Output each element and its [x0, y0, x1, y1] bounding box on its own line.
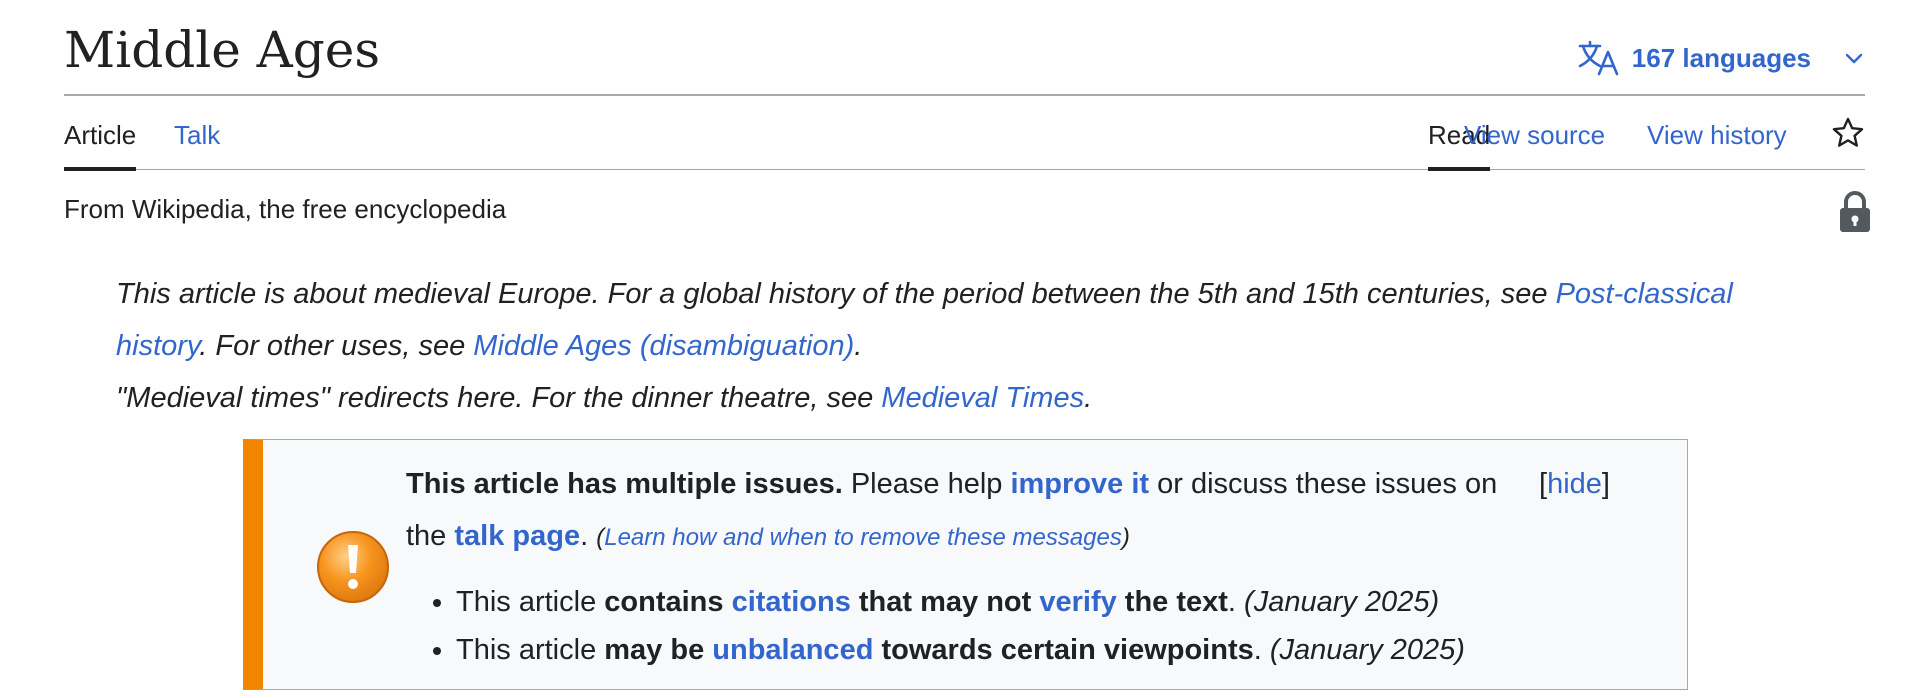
bracket: ]	[1601, 468, 1610, 500]
issue-date: (January 2025)	[1269, 634, 1465, 666]
tab-view-source[interactable]: View source	[1464, 96, 1605, 170]
site-tagline: From Wikipedia, the free encyclopedia	[64, 194, 507, 224]
tab-article[interactable]: Article	[64, 96, 137, 171]
link-citations[interactable]: citations	[732, 586, 851, 618]
issue-text: that may not	[850, 586, 1040, 618]
issue-text: .	[1227, 586, 1245, 618]
translate-icon	[1578, 40, 1619, 76]
issues-list: This article contains citations that may…	[406, 578, 1465, 674]
link-talk-page[interactable]: talk page	[454, 520, 580, 552]
ambox-text: Please help	[842, 468, 1011, 500]
hatnote-text: This article is about medieval Europe. F…	[116, 278, 1556, 310]
page-header: Middle Ages 167 languages	[64, 0, 1865, 96]
list-item: This article may be unbalanced towards c…	[456, 626, 1465, 674]
link-medieval-times[interactable]: Medieval Times	[881, 382, 1084, 414]
hatnote-redirect: "Medieval times" redirects here. For the…	[116, 372, 1816, 424]
lock-icon[interactable]	[1838, 190, 1872, 234]
page-tabs: Article Talk Read View source View histo…	[64, 96, 1865, 171]
issue-text: may be	[604, 634, 713, 666]
bracket: [	[1539, 468, 1548, 500]
star-icon[interactable]	[1831, 116, 1865, 150]
hide-button[interactable]: hide	[1547, 468, 1602, 500]
link-learn-remove-messages[interactable]: Learn how and when to remove these messa…	[604, 524, 1122, 551]
hatnote-about: This article is about medieval Europe. F…	[116, 268, 1816, 372]
ambox-message: This article has multiple issues. Please…	[406, 458, 1536, 564]
hatnotes: This article is about medieval Europe. F…	[116, 268, 1816, 424]
tab-view-history[interactable]: View history	[1647, 96, 1787, 170]
list-item: This article contains citations that may…	[456, 578, 1465, 626]
issue-text: .	[1253, 634, 1270, 666]
hatnote-text: .	[854, 330, 863, 362]
link-improve-it[interactable]: improve it	[1010, 468, 1149, 500]
hatnote-text: . For other uses, see	[199, 330, 474, 362]
link-middle-ages-disambiguation[interactable]: Middle Ages (disambiguation)	[473, 330, 854, 362]
issue-text: This article	[456, 634, 605, 666]
hide-toggle: [hide]	[1539, 458, 1610, 510]
link-unbalanced[interactable]: unbalanced	[712, 634, 873, 666]
ambox-title: This article has multiple issues.	[406, 468, 843, 500]
link-verify[interactable]: verify	[1039, 586, 1116, 618]
issue-text: the text	[1116, 586, 1228, 618]
issue-date: (January 2025)	[1244, 586, 1440, 618]
multiple-issues-box: This article has multiple issues. Please…	[243, 439, 1688, 690]
issue-text: contains	[604, 586, 732, 618]
issue-text: This article	[456, 586, 605, 618]
issue-text: towards certain viewpoints	[873, 634, 1254, 666]
page-title: Middle Ages	[64, 21, 381, 79]
tab-talk[interactable]: Talk	[174, 96, 220, 170]
languages-button[interactable]: 167 languages	[1578, 36, 1865, 80]
hatnote-text: .	[1084, 382, 1093, 414]
hatnote-text: "Medieval times" redirects here. For the…	[116, 382, 882, 414]
languages-label: 167 languages	[1631, 42, 1811, 73]
chevron-down-icon	[1845, 53, 1863, 64]
learn-note: (Learn how and when to remove these mess…	[596, 524, 1130, 551]
warning-icon	[317, 531, 389, 603]
ambox-text: .	[580, 520, 597, 552]
paren: )	[1121, 524, 1130, 551]
